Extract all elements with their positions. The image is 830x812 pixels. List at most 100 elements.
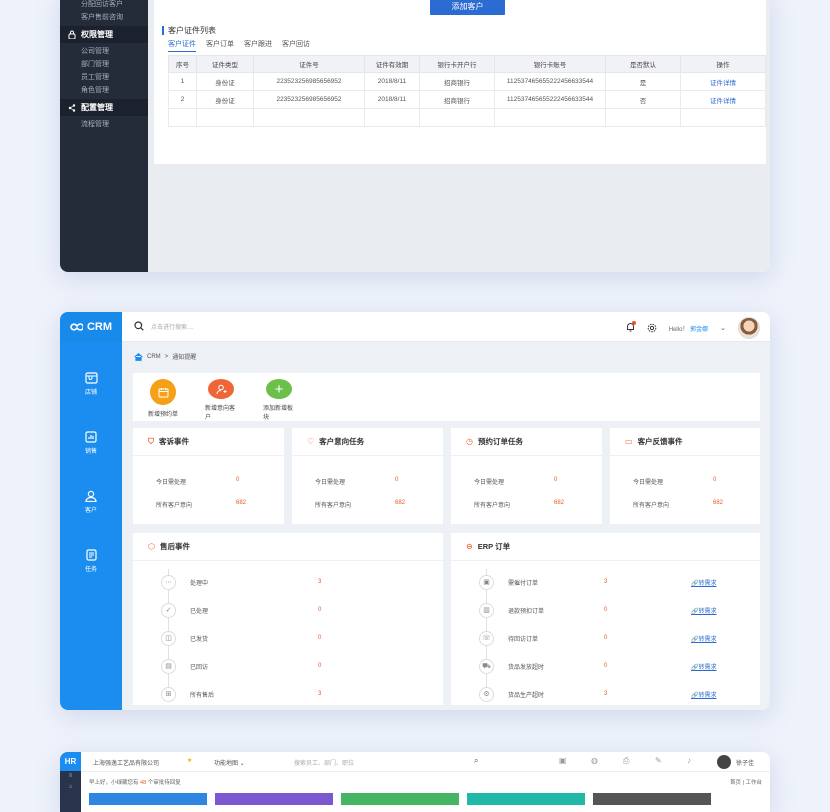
notification-icon[interactable] — [626, 321, 636, 334]
tile[interactable] — [89, 793, 207, 805]
convert-link[interactable]: 🔗转需求 — [691, 606, 717, 615]
table-cell: 223523256985656952 — [253, 72, 365, 91]
convert-link[interactable]: 🔗转需求 — [691, 634, 717, 643]
function-map-menu[interactable]: 功能地图 ⌄ — [214, 758, 245, 767]
list-item[interactable]: ⚙ 货品生产超时 3 🔗转需求 — [451, 680, 760, 708]
box-header: ♡ 客户意向任务 — [292, 428, 443, 456]
stat-row: 所有客户意向 682 — [610, 500, 760, 509]
nav-sales[interactable]: 销售 — [60, 413, 122, 472]
sidebar-item[interactable]: 部门管理 — [60, 58, 148, 71]
tab-customer-orders[interactable]: 客户订单 — [206, 39, 234, 52]
stat-value[interactable]: 0 — [713, 477, 716, 486]
stat-value[interactable]: 0 — [395, 477, 398, 486]
list-item[interactable]: ⋯ 处理中 3 — [133, 568, 443, 596]
chevron-down-icon[interactable]: ⌄ — [720, 324, 726, 332]
tab-customer-followup[interactable]: 客户跟进 — [244, 39, 272, 52]
home-icon[interactable] — [134, 352, 143, 361]
hr-logo[interactable]: HR — [60, 752, 81, 771]
breadcrumb-item[interactable]: 首页 — [730, 780, 741, 786]
list-item[interactable]: ▣ 需催付订单 3 🔗转需求 — [451, 568, 760, 596]
printer-icon[interactable]: ⎙ — [623, 756, 629, 766]
bell-icon[interactable]: ♪ — [687, 756, 691, 765]
crm-logo[interactable]: CRM — [60, 312, 122, 342]
table-cell: 1 — [168, 72, 197, 91]
company-name[interactable]: 上海强逸工艺品有限公司 — [93, 758, 159, 767]
sidebar-item[interactable]: 流程管理 — [60, 118, 148, 131]
tile[interactable] — [341, 793, 459, 805]
home-icon[interactable]: ⌂ — [60, 784, 81, 790]
id-detail-link[interactable]: 证件详情 — [680, 90, 766, 109]
nav-customer[interactable]: 客户 — [60, 472, 122, 531]
breadcrumb: CRM > 通知提醒 — [134, 352, 196, 361]
top-bar: 点击进行搜索.... Hello！ 郭金娜 ⌄ — [122, 312, 770, 342]
list-item[interactable]: ☏ 待回访订单 0 🔗转需求 — [451, 624, 760, 652]
sidebar-item[interactable]: 员工管理 — [60, 71, 148, 84]
stat-label: 今日需处理 — [633, 480, 664, 486]
sidebar-group-label: 配置管理 — [81, 103, 113, 112]
convert-link[interactable]: 🔗转需求 — [691, 690, 717, 699]
panel-title: 客户证件列表 — [162, 26, 216, 35]
sidebar-item[interactable]: 客户售前咨询 — [60, 11, 148, 24]
list-item[interactable]: ⛟ 货品发放超时 0 🔗转需求 — [451, 652, 760, 680]
list-item[interactable]: ▤ 已回访 0 — [133, 652, 443, 680]
nav-task[interactable]: 任务 — [60, 531, 122, 590]
crm-admin-window: 分配回访客户 客户售前咨询 权限管理 公司管理 部门管理 员工管理 角色管理 配… — [60, 0, 770, 272]
notice-count[interactable]: 48 — [140, 780, 146, 786]
sidebar-group-permissions[interactable]: 权限管理 — [60, 26, 148, 43]
add-customer-button[interactable]: 添加客户 — [430, 0, 505, 15]
user-name[interactable]: 徐子佳 — [736, 758, 754, 767]
stat-value[interactable]: 682 — [713, 500, 723, 509]
avatar[interactable] — [717, 755, 731, 769]
video-icon[interactable]: ▣ — [559, 756, 567, 765]
column-header: 序号 — [168, 55, 197, 73]
id-table: 序号 证件类型 证件号 证件有效期 银行卡开户行 银行卡账号 是否默认 操作 1… — [168, 55, 766, 127]
tools-icon[interactable]: ✎ — [655, 756, 662, 765]
convert-link[interactable]: 🔗转需求 — [691, 662, 717, 671]
gear-icon[interactable] — [647, 323, 657, 333]
truck-icon: ⛟ — [479, 658, 494, 674]
avatar[interactable] — [738, 317, 760, 339]
search-icon — [134, 321, 144, 331]
stat-value[interactable]: 0 — [554, 477, 557, 486]
link-label: 转需求 — [698, 664, 717, 671]
box-header: ⊖ ERP 订单 — [451, 533, 760, 561]
new-lead-action[interactable]: 新增意向客户 — [205, 373, 237, 421]
tile[interactable] — [215, 793, 333, 805]
sidebar-item[interactable]: 公司管理 — [60, 45, 148, 58]
sidebar-group-config[interactable]: 配置管理 — [60, 99, 148, 116]
globe-icon[interactable]: ◍ — [591, 756, 598, 765]
stat-row: 今日需处理 0 — [451, 477, 602, 486]
stat-value[interactable]: 682 — [395, 500, 405, 509]
sidebar-item[interactable]: 角色管理 — [60, 84, 148, 97]
stat-value[interactable]: 682 — [236, 500, 246, 509]
item-label: 待回访订单 — [508, 636, 539, 643]
list-item[interactable]: ▥ 退款预扣订单 0 🔗转需求 — [451, 596, 760, 624]
nav-store[interactable]: 店铺 — [60, 354, 122, 413]
stat-value[interactable]: 682 — [554, 500, 564, 509]
search-icon[interactable]: ⌕ — [474, 756, 478, 766]
tile[interactable] — [467, 793, 585, 805]
search-box[interactable]: 点击进行搜索.... — [134, 321, 194, 331]
tab-customer-ids[interactable]: 客户证件 — [168, 39, 196, 52]
stat-value[interactable]: 0 — [236, 477, 239, 486]
search-input[interactable]: 点击进行搜索.... — [151, 322, 194, 331]
add-module-action[interactable]: + 添加新增板块 — [263, 373, 295, 421]
table-cell: 1125374656552224566335​44 — [494, 90, 606, 109]
tile[interactable] — [593, 793, 711, 805]
box-header: ⬡ 售后事件 — [133, 533, 443, 561]
id-detail-link[interactable]: 证件详情 — [680, 72, 766, 91]
search-input[interactable]: 搜索员工、部门、职位 — [294, 758, 354, 767]
new-appointment-action[interactable]: 新增预约单 — [147, 373, 179, 421]
box-title: ERP 订单 — [477, 542, 511, 551]
table-cell: 223523256985656952 — [253, 90, 365, 109]
list-item[interactable]: ✓ 已处理 0 — [133, 596, 443, 624]
list-item[interactable]: ◫ 已发货 0 — [133, 624, 443, 652]
nav-label: 店铺 — [84, 389, 97, 396]
tab-customer-visit[interactable]: 客户回访 — [282, 39, 310, 52]
list-item[interactable]: ⊞ 所有售后 3 — [133, 680, 443, 708]
sidebar-item[interactable]: 分配回访客户 — [60, 0, 148, 11]
menu-icon[interactable]: ≡ — [60, 773, 81, 779]
username[interactable]: 郭金娜 — [690, 327, 708, 333]
convert-link[interactable]: 🔗转需求 — [691, 578, 717, 587]
breadcrumb-item[interactable]: CRM — [147, 354, 161, 360]
